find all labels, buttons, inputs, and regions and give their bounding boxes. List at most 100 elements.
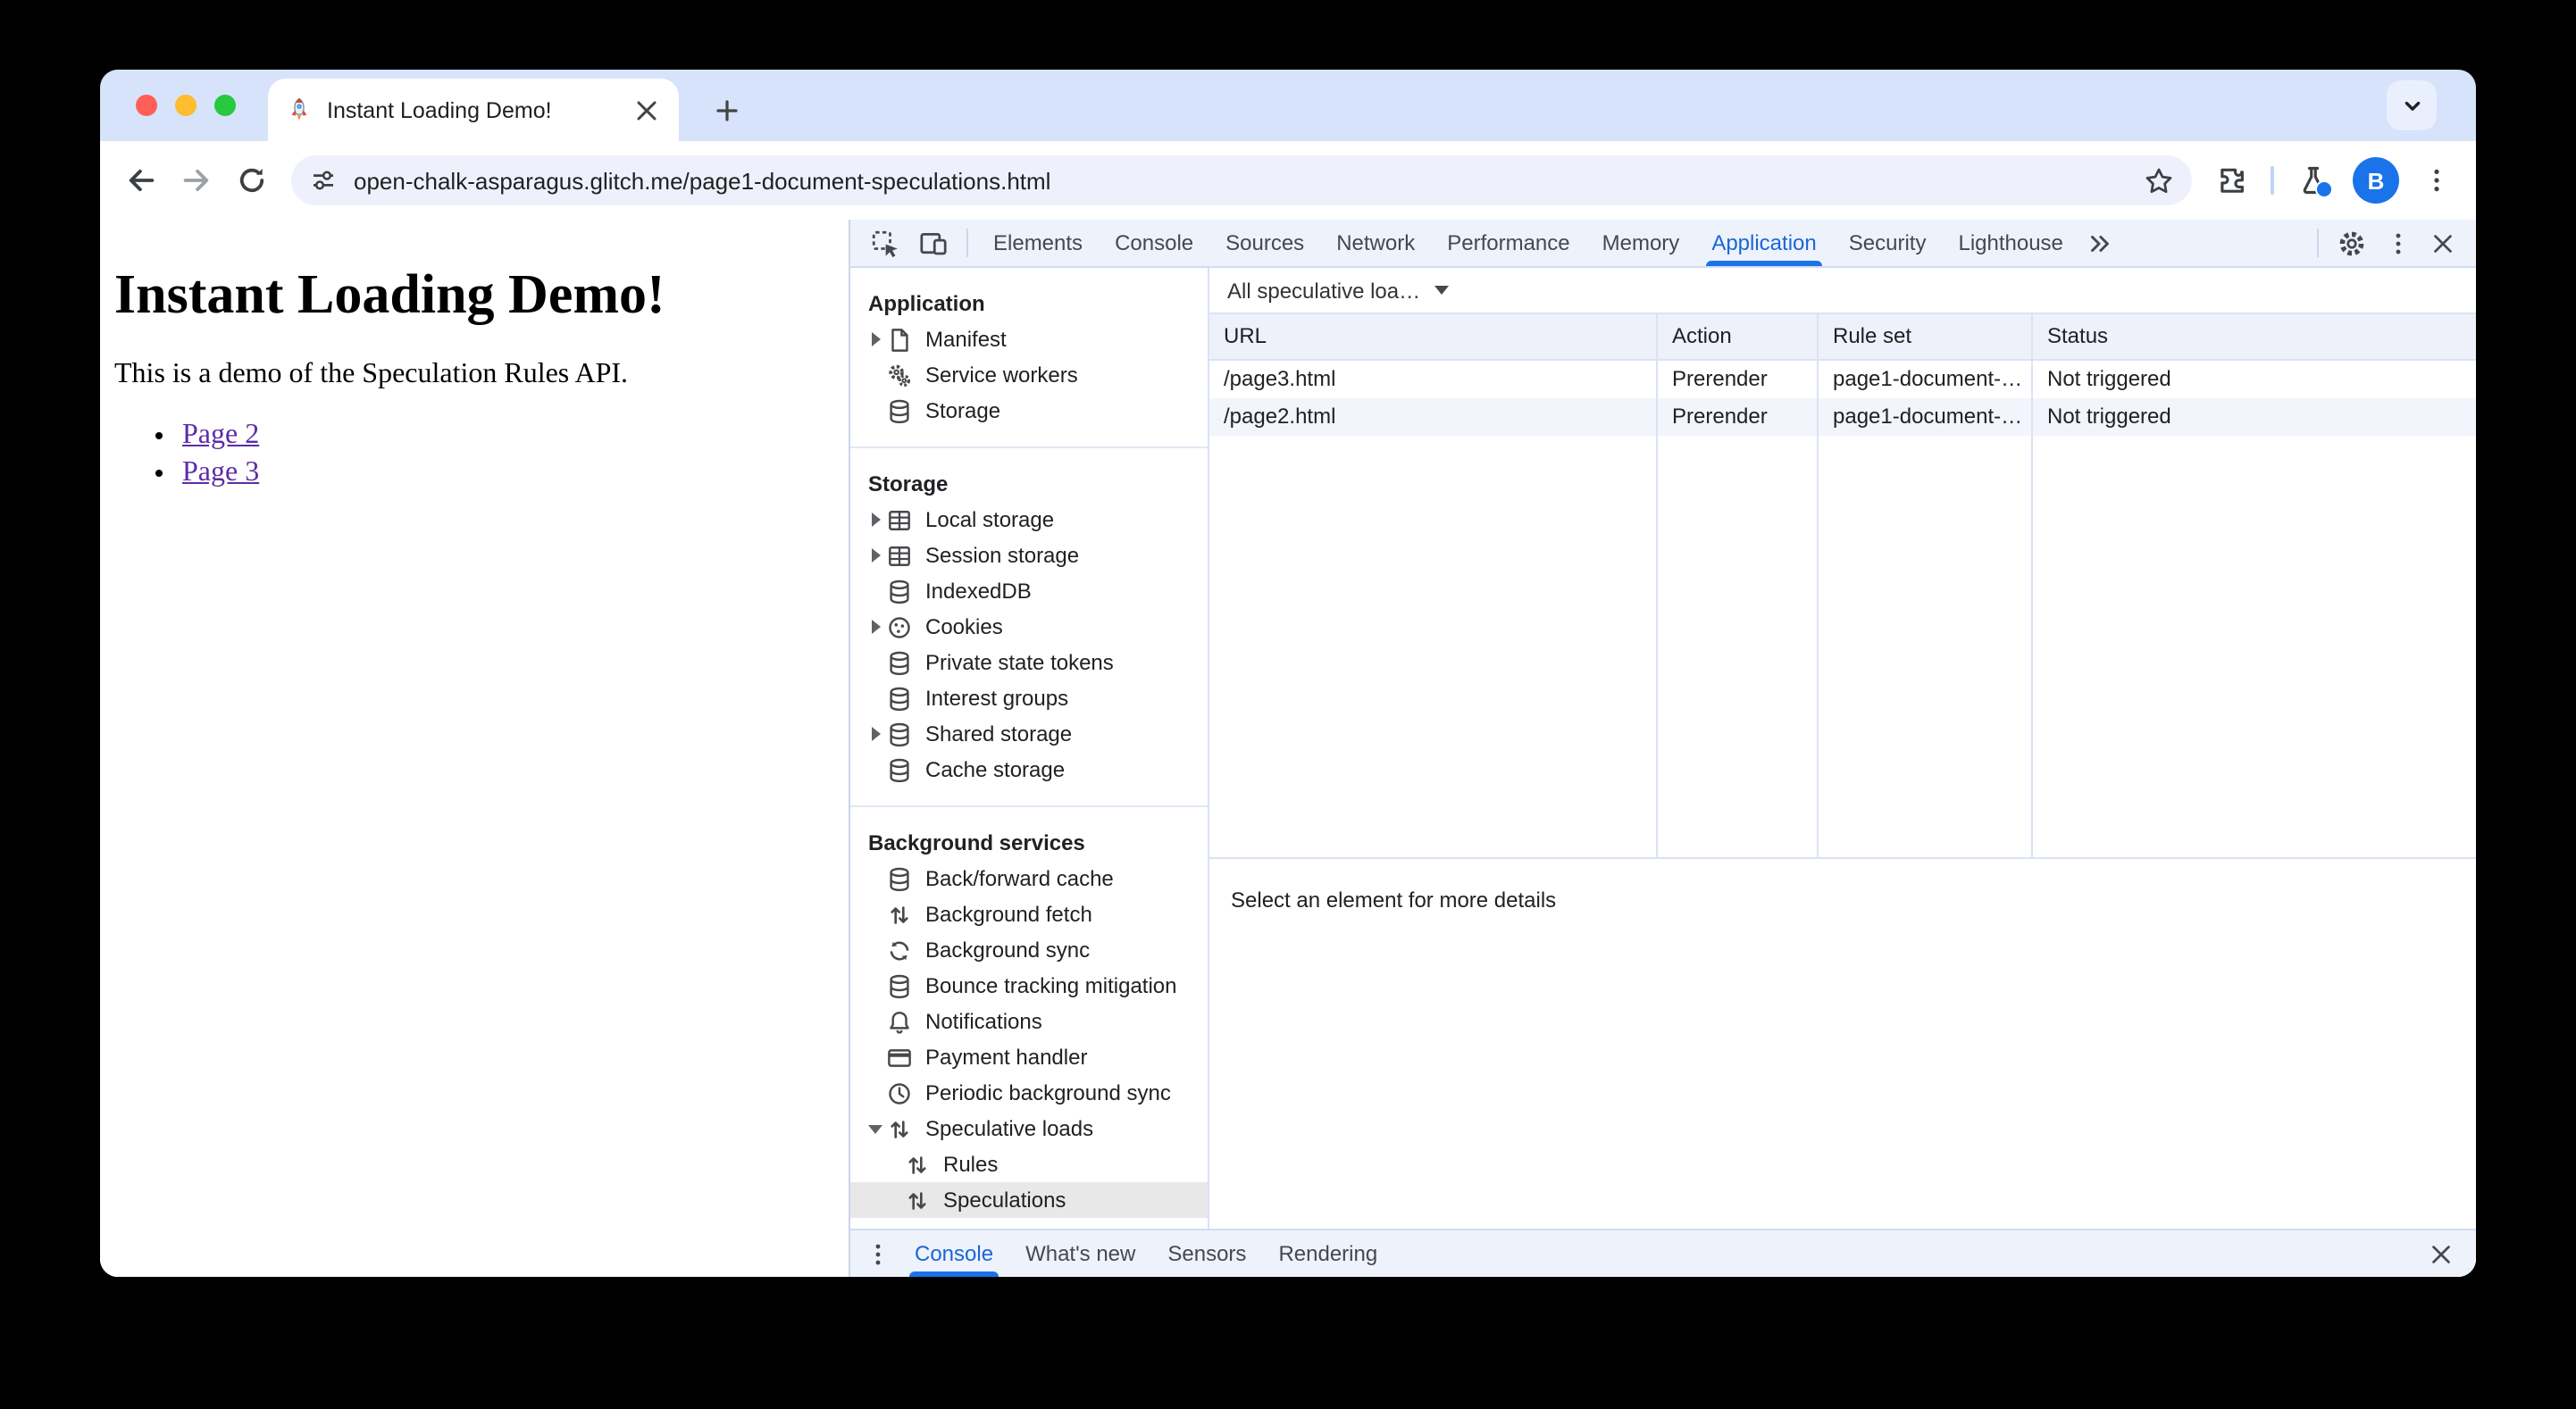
sidebar-item-background-sync[interactable]: Background sync: [850, 932, 1208, 968]
tab-performance[interactable]: Performance: [1431, 220, 1585, 266]
extensions-icon[interactable]: [2215, 164, 2247, 196]
sidebar-item-private-state-tokens[interactable]: Private state tokens: [850, 645, 1208, 680]
sidebar-item-indexeddb[interactable]: IndexedDB: [850, 573, 1208, 609]
dropdown-arrow-icon[interactable]: [1434, 286, 1450, 295]
devtools-menu-icon[interactable]: [2385, 229, 2412, 256]
tab-lighthouse[interactable]: Lighthouse: [1942, 220, 2078, 266]
notification-dot: [2315, 180, 2333, 198]
cell-rule-set[interactable]: page1-document-…: [1817, 398, 2031, 436]
sidebar-item-rules[interactable]: Rules: [850, 1146, 1208, 1182]
sidebar-item-speculations[interactable]: Speculations: [850, 1182, 1208, 1218]
tab-sources[interactable]: Sources: [1209, 220, 1320, 266]
sidebar-item-cookies[interactable]: Cookies: [850, 609, 1208, 645]
tab-close-icon[interactable]: [632, 96, 661, 124]
table-row[interactable]: /page2.html Prerender page1-document-… N…: [1209, 398, 2476, 436]
table-row[interactable]: /page3.html Prerender page1-document-… N…: [1209, 361, 2476, 398]
tab-memory[interactable]: Memory: [1586, 220, 1696, 266]
tab-search-button[interactable]: [2387, 80, 2437, 130]
toolbar-divider: [966, 229, 968, 257]
expand-icon[interactable]: [871, 513, 880, 527]
speculative-loads-filter-dropdown[interactable]: All speculative loa…: [1227, 278, 1420, 303]
back-button[interactable]: [125, 164, 157, 196]
browser-menu-icon[interactable]: [2422, 166, 2451, 195]
cell-url[interactable]: /page2.html: [1209, 398, 1656, 436]
sidebar-item-periodic-background-sync[interactable]: Periodic background sync: [850, 1075, 1208, 1111]
sidebar-item-storage[interactable]: Storage: [850, 393, 1208, 429]
tab-network[interactable]: Network: [1320, 220, 1431, 266]
bookmark-star-icon[interactable]: [2144, 165, 2174, 196]
page2-link[interactable]: Page 2: [182, 420, 259, 450]
sidebar-item-local-storage[interactable]: Local storage: [850, 502, 1208, 538]
sidebar-section-storage: Storage Local storage Session storage In…: [850, 448, 1208, 807]
table-icon: [889, 510, 910, 529]
column-header-rule-set[interactable]: Rule set: [1817, 314, 2031, 359]
sidebar-item-manifest[interactable]: Manifest: [850, 321, 1208, 357]
sidebar-item-payment-handler[interactable]: Payment handler: [850, 1039, 1208, 1075]
minimize-window-button[interactable]: [175, 95, 197, 116]
expand-icon[interactable]: [871, 727, 880, 741]
sidebar-item-background-fetch[interactable]: Background fetch: [850, 896, 1208, 932]
drawer-tab-console[interactable]: Console: [899, 1230, 1009, 1277]
file-icon: [891, 328, 908, 351]
tab-security[interactable]: Security: [1833, 220, 1943, 266]
forward-button[interactable]: [180, 164, 213, 196]
reload-button[interactable]: [236, 164, 268, 196]
inspect-element-icon[interactable]: [870, 228, 900, 258]
devtools-drawer: Console What's new Sensors Rendering: [850, 1229, 2476, 1277]
more-tabs-icon[interactable]: [2087, 229, 2113, 256]
expand-icon[interactable]: [871, 548, 880, 563]
new-tab-button[interactable]: [704, 88, 750, 134]
devtools-close-icon[interactable]: [2430, 229, 2456, 256]
drawer-tab-whats-new[interactable]: What's new: [1009, 1230, 1151, 1277]
cell-url[interactable]: /page3.html: [1209, 361, 1656, 398]
sidebar-item-label: Speculative loads: [925, 1116, 1094, 1141]
sidebar-item-bounce-tracking-mitigation[interactable]: Bounce tracking mitigation: [850, 968, 1208, 1004]
tab-elements[interactable]: Elements: [977, 220, 1099, 266]
up-down-arrows-icon: [891, 905, 908, 923]
rocket-favicon-icon: [290, 97, 308, 121]
column-header-url[interactable]: URL: [1209, 314, 1656, 359]
section-header: Background services: [868, 830, 1085, 855]
cell-status[interactable]: Not triggered: [2031, 398, 2476, 436]
tab-console[interactable]: Console: [1099, 220, 1209, 266]
drawer-tab-sensors[interactable]: Sensors: [1151, 1230, 1262, 1277]
bell-icon: [890, 1011, 909, 1033]
cell-rule-set[interactable]: page1-document-…: [1817, 361, 2031, 398]
sidebar-item-service-workers[interactable]: Service workers: [850, 357, 1208, 393]
sidebar-item-cache-storage[interactable]: Cache storage: [850, 752, 1208, 788]
expand-icon[interactable]: [871, 332, 880, 346]
sidebar-item-label: Service workers: [925, 363, 1078, 388]
cell-action[interactable]: Prerender: [1656, 398, 1817, 436]
experiments-beaker-icon[interactable]: [2297, 164, 2333, 198]
drawer-tab-rendering[interactable]: Rendering: [1262, 1230, 1393, 1277]
sidebar-item-session-storage[interactable]: Session storage: [850, 538, 1208, 573]
filter-bar: All speculative loa…: [1209, 268, 2476, 314]
sidebar-item-back-forward-cache[interactable]: Back/forward cache: [850, 861, 1208, 896]
maximize-window-button[interactable]: [214, 95, 236, 116]
expand-icon[interactable]: [871, 620, 880, 634]
collapse-icon[interactable]: [868, 1124, 882, 1133]
window-controls[interactable]: [136, 95, 236, 116]
cell-status[interactable]: Not triggered: [2031, 361, 2476, 398]
sidebar-item-notifications[interactable]: Notifications: [850, 1004, 1208, 1039]
browser-tab[interactable]: Instant Loading Demo!: [268, 79, 679, 141]
sidebar-item-speculative-loads[interactable]: Speculative loads: [850, 1111, 1208, 1146]
url-text[interactable]: open-chalk-asparagus.glitch.me/page1-doc…: [354, 167, 2128, 194]
page3-link[interactable]: Page 3: [182, 457, 259, 488]
close-window-button[interactable]: [136, 95, 157, 116]
site-settings-icon[interactable]: [309, 166, 338, 195]
details-placeholder-text: Select an element for more details: [1231, 888, 1557, 913]
profile-avatar[interactable]: B: [2353, 157, 2399, 204]
address-bar[interactable]: open-chalk-asparagus.glitch.me/page1-doc…: [291, 155, 2192, 205]
tab-application[interactable]: Application: [1695, 220, 1832, 266]
column-header-status[interactable]: Status: [2031, 314, 2476, 359]
settings-gear-icon[interactable]: [2337, 228, 2367, 258]
device-toolbar-icon[interactable]: [918, 228, 949, 258]
drawer-close-icon[interactable]: [2428, 1240, 2455, 1267]
sidebar-item-interest-groups[interactable]: Interest groups: [850, 680, 1208, 716]
cell-action[interactable]: Prerender: [1656, 361, 1817, 398]
sidebar-item-shared-storage[interactable]: Shared storage: [850, 716, 1208, 752]
drawer-menu-icon[interactable]: [865, 1240, 891, 1267]
column-header-action[interactable]: Action: [1656, 314, 1817, 359]
sidebar-item-label: Periodic background sync: [925, 1080, 1171, 1105]
